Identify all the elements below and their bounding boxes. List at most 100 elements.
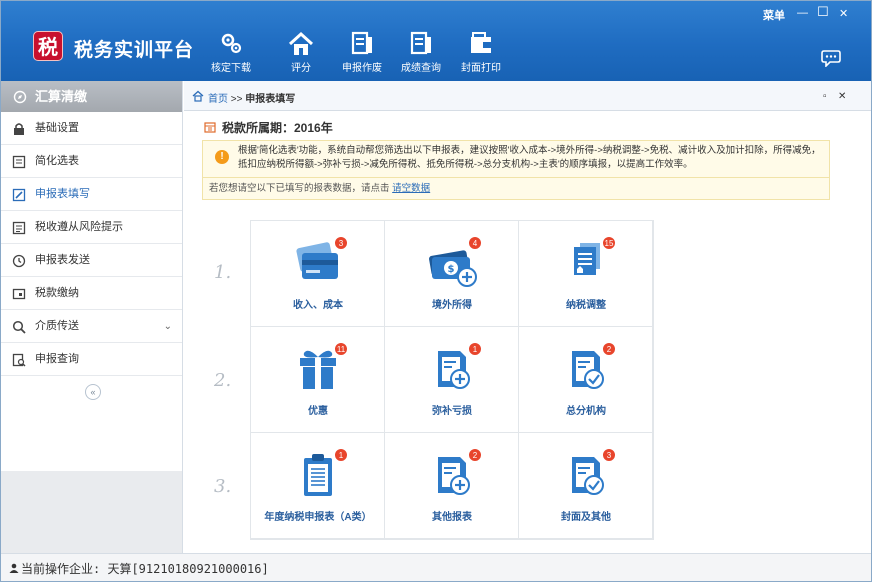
toolbar-button-print-cover[interactable]: 封面打印 <box>453 27 509 77</box>
card-annual-return-a[interactable]: 1 年度纳税申报表（A类） <box>251 433 385 539</box>
sidebar-header[interactable]: 汇算清缴 <box>1 81 182 112</box>
step-number: 2. <box>214 370 232 391</box>
sidebar-item-send-forms[interactable]: 申报表发送 <box>1 244 182 277</box>
card-label: 境外所得 <box>432 300 472 311</box>
sidebar-item-query[interactable]: 申报查询 <box>1 343 182 376</box>
sidebar-item-risk-tips[interactable]: 税收遵从风险提示 <box>1 211 182 244</box>
calendar-icon <box>204 122 216 133</box>
toolbar-label: 申报作废 <box>342 63 382 74</box>
close-button[interactable]: ✕ <box>839 7 848 20</box>
sidebar-item-label: 介质传送 <box>35 320 79 332</box>
gears-icon <box>221 33 242 54</box>
wallet-icon <box>471 32 491 53</box>
sidebar-item-label: 申报表发送 <box>35 254 90 266</box>
toolbar-button-score[interactable]: 评分 <box>273 27 329 77</box>
status-bar: 当前操作企业: 天算[91210180921000016] <box>1 553 871 581</box>
sidebar-item-tax-payment[interactable]: 税款缴纳 <box>1 277 182 310</box>
sidebar-item-label: 简化选表 <box>35 155 79 167</box>
form-card-grid: 3 收入、成本 $ 4 境外所得 15 纳税调整 11 优惠 1 弥补亏损 2 … <box>250 220 654 540</box>
search-icon <box>12 320 26 334</box>
badge: 3 <box>334 236 348 250</box>
main-content: 税款所属期：2016年 ! 根据'简化选表'功能，系统自动帮您筛选出以下申报表，… <box>184 112 871 553</box>
clear-data-link[interactable]: 请空数据 <box>392 183 430 194</box>
chevron-down-icon: ⌄ <box>163 321 172 332</box>
badge: 15 <box>602 236 616 250</box>
breadcrumb-bar: 首页 >> 申报表填写 ▫ ✕ <box>184 81 871 111</box>
sidebar-item-simplified-select[interactable]: 简化选表 <box>1 145 182 178</box>
toolbar-button-void[interactable]: 申报作废 <box>334 27 390 77</box>
badge: 4 <box>468 236 482 250</box>
sidebar-item-basic-settings[interactable]: 基础设置 <box>1 112 182 145</box>
card-label: 年度纳税申报表（A类） <box>264 512 372 523</box>
toolbar-button-download[interactable]: 核定下载 <box>203 27 259 77</box>
card-income-cost[interactable]: 3 收入、成本 <box>251 221 385 327</box>
breadcrumb-home-link[interactable]: 首页 <box>208 94 228 105</box>
card-label: 优惠 <box>308 406 328 417</box>
card-loss-compensation[interactable]: 1 弥补亏损 <box>385 327 519 433</box>
minimize-button[interactable]: — <box>797 7 808 19</box>
toolbar-label: 评分 <box>291 63 311 74</box>
tax-period-title: 税款所属期：2016年 <box>222 121 333 135</box>
card-tax-adjustment[interactable]: 15 纳税调整 <box>519 221 653 327</box>
badge: 1 <box>334 448 348 462</box>
clear-data-text: 若您想请空以下已填写的报表数据，请点击 <box>209 183 390 194</box>
card-label: 收入、成本 <box>293 300 343 311</box>
chat-icon[interactable] <box>821 49 841 67</box>
badge: 2 <box>468 448 482 462</box>
card-label: 总分机构 <box>566 406 606 417</box>
compass-icon <box>13 90 27 104</box>
current-company-text: 当前操作企业: 天算[91210180921000016] <box>21 562 269 576</box>
sidebar-item-media-transfer[interactable]: 介质传送 ⌄ <box>1 310 182 343</box>
badge: 3 <box>602 448 616 462</box>
card-foreign-income[interactable]: $ 4 境外所得 <box>385 221 519 327</box>
notice-text: 根据'简化选表'功能，系统自动帮您筛选出以下申报表，建议按照'收入成本->境外所… <box>238 145 821 170</box>
home-icon <box>288 31 314 55</box>
sidebar-collapse-row: « <box>1 376 182 406</box>
notice-box: ! 根据'简化选表'功能，系统自动帮您筛选出以下申报表，建议按照'收入成本->境… <box>202 140 830 178</box>
card-label: 纳税调整 <box>566 300 606 311</box>
sidebar-item-label: 税收遵从风险提示 <box>35 221 123 233</box>
svg-text:$: $ <box>448 264 455 275</box>
toolbar-button-grades[interactable]: 成绩查询 <box>393 27 449 77</box>
badge: 2 <box>602 342 616 356</box>
card-preferential[interactable]: 11 优惠 <box>251 327 385 433</box>
card-cover-and-other[interactable]: 3 封面及其他 <box>519 433 653 539</box>
badge: 1 <box>468 342 482 356</box>
list-icon <box>12 155 26 169</box>
bulb-icon: ! <box>215 150 229 164</box>
doc-icon <box>12 221 26 235</box>
ledger-icon <box>351 31 372 55</box>
user-icon <box>9 563 19 573</box>
card-label: 封面及其他 <box>561 512 611 523</box>
step-number: 1. <box>214 262 232 283</box>
close-tab-button[interactable]: ✕ <box>838 91 846 102</box>
sidebar-filler <box>1 471 182 553</box>
sidebar-item-label: 税款缴纳 <box>35 287 79 299</box>
toolbar-label: 成绩查询 <box>401 63 441 74</box>
sidebar-item-label: 申报查询 <box>35 353 79 365</box>
step-number: 3. <box>214 476 232 497</box>
badge: 11 <box>334 342 348 356</box>
maximize-button[interactable]: ☐ <box>817 4 829 20</box>
card-other-forms[interactable]: 2 其他报表 <box>385 433 519 539</box>
toolbar-label: 核定下载 <box>211 63 251 74</box>
restore-tab-button[interactable]: ▫ <box>823 91 827 102</box>
app-window: 税 税务实训平台 核定下载 评分 申报作废 成绩查询 封面打印 菜单 — ☐ ✕… <box>0 0 872 582</box>
sidebar: 汇算清缴 基础设置 简化选表 申报表填写 税收遵从风险提示 申报表发送 税款缴纳 <box>1 81 183 553</box>
sidebar-item-label: 基础设置 <box>35 122 79 134</box>
menu-button[interactable]: 菜单 <box>763 7 785 23</box>
collapse-sidebar-button[interactable]: « <box>85 384 101 400</box>
card-branch-institutions[interactable]: 2 总分机构 <box>519 327 653 433</box>
sidebar-item-label: 申报表填写 <box>35 188 90 200</box>
query-icon <box>12 353 26 367</box>
edit-icon <box>12 188 26 202</box>
toolbar-label: 封面打印 <box>461 63 501 74</box>
clock-icon <box>12 254 26 268</box>
breadcrumb-separator: >> <box>228 94 246 105</box>
clear-data-row: 若您想请空以下已填写的报表数据，请点击 请空数据 <box>202 178 830 200</box>
sidebar-item-fill-forms[interactable]: 申报表填写 <box>1 178 182 211</box>
lock-icon <box>14 123 24 135</box>
home-icon <box>192 90 204 102</box>
card-label: 弥补亏损 <box>432 406 472 417</box>
card-label: 其他报表 <box>432 512 472 523</box>
